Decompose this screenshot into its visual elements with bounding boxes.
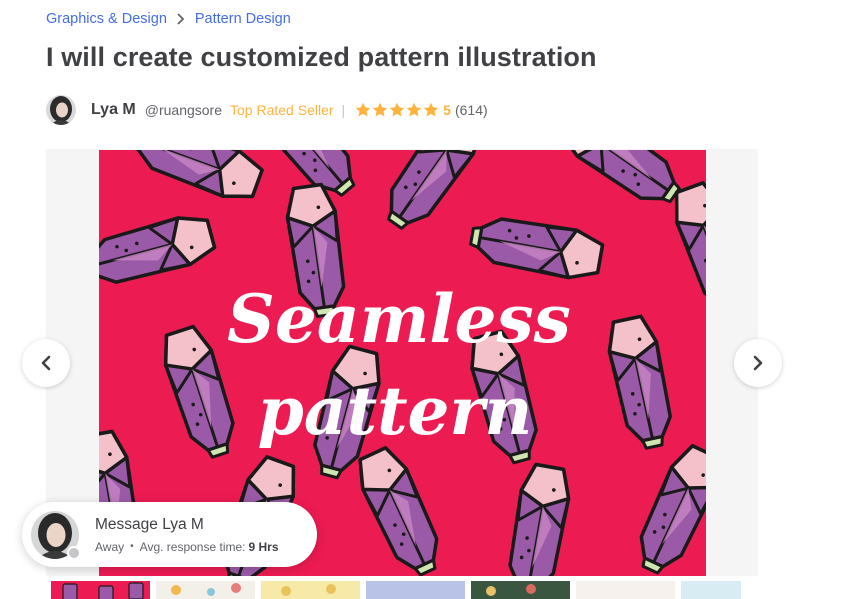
gallery-thumbnail[interactable] — [681, 581, 741, 599]
seller-level-badge: Top Rated Seller — [230, 102, 334, 118]
gallery-thumbnail[interactable] — [261, 581, 360, 599]
gallery-next-button[interactable] — [734, 339, 782, 387]
page-title: I will create customized pattern illustr… — [46, 42, 597, 72]
chat-status: Away — [95, 539, 125, 554]
gallery-thumbnails — [51, 581, 741, 599]
star-icon — [423, 102, 439, 117]
seller-overview: Lya M @ruangsore Top Rated Seller | 5 (6… — [46, 94, 488, 126]
breadcrumb: Graphics & Design Pattern Design — [46, 11, 291, 27]
divider: | — [341, 102, 346, 118]
gallery-thumbnail[interactable] — [576, 581, 675, 599]
star-icon — [389, 102, 405, 117]
rating-score: 5 — [443, 102, 451, 118]
response-time-value: 9 Hrs — [248, 539, 279, 554]
gallery-thumbnail[interactable] — [366, 581, 465, 599]
message-seller-widget[interactable]: Message Lya M Away • Avg. response time:… — [22, 502, 317, 567]
chat-avatar — [31, 510, 81, 560]
chat-text: Message Lya M Away • Avg. response time:… — [95, 516, 279, 554]
chevron-left-icon — [41, 355, 51, 371]
chevron-right-icon — [753, 355, 763, 371]
gallery-prev-button[interactable] — [22, 339, 70, 387]
breadcrumb-link-graphics-design[interactable]: Graphics & Design — [46, 11, 167, 27]
breadcrumb-link-pattern-design[interactable]: Pattern Design — [195, 11, 291, 27]
seller-name[interactable]: Lya M — [91, 101, 136, 119]
star-icon — [372, 102, 388, 117]
gallery-thumbnail[interactable] — [471, 581, 570, 599]
slide-text-seamless: Seamless — [227, 280, 571, 358]
slide-text-pattern: pattern — [258, 372, 533, 450]
chat-status-line: Away • Avg. response time: 9 Hrs — [95, 540, 279, 554]
seller-avatar[interactable] — [46, 95, 76, 125]
seller-handle: @ruangsore — [144, 102, 223, 118]
chat-separator: • — [130, 541, 134, 552]
rating-stars — [355, 102, 439, 118]
gallery-thumbnail[interactable] — [156, 581, 255, 599]
rating-count[interactable]: (614) — [455, 102, 488, 118]
away-status-indicator — [67, 545, 81, 560]
star-icon — [355, 102, 371, 117]
chevron-right-icon — [167, 11, 195, 27]
chat-title: Message Lya M — [95, 515, 204, 533]
response-time-label: Avg. response time: — [139, 539, 246, 554]
gallery-thumbnail[interactable] — [51, 581, 150, 599]
star-icon — [406, 102, 422, 117]
